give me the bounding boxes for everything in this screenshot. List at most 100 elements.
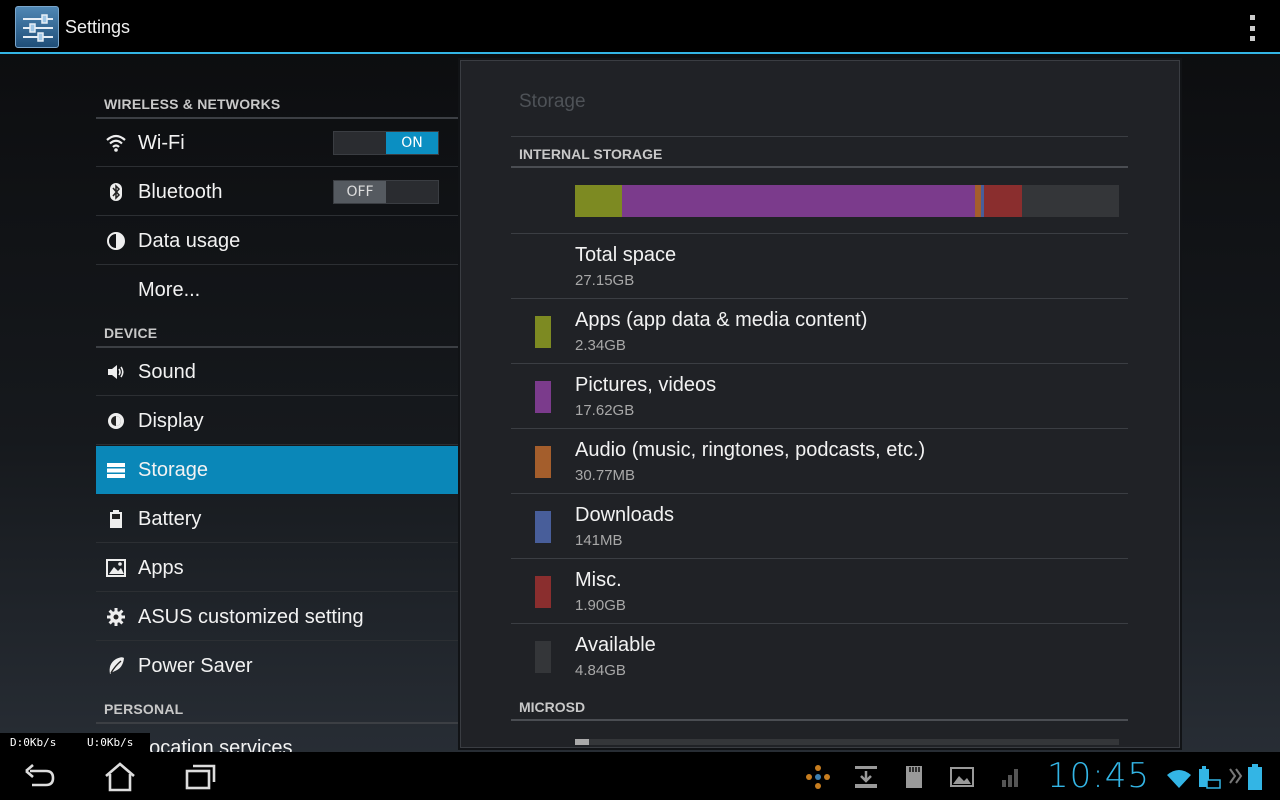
color-swatch (535, 316, 551, 348)
divider (511, 136, 1128, 137)
color-swatch (535, 641, 551, 673)
color-swatch (535, 511, 551, 543)
storage-item-audio[interactable]: Audio (music, ringtones, podcasts, etc.)… (511, 429, 1128, 494)
gear-icon (107, 608, 125, 626)
sidebar-item-label: Location services (138, 737, 293, 752)
speaker-icon (108, 365, 124, 379)
microsd-usage-bar (575, 739, 1119, 745)
storage-item-size: 27.15GB (575, 272, 635, 289)
leaf-icon (109, 657, 124, 674)
usage-segment-misc (983, 185, 1022, 217)
data-usage-icon (107, 232, 125, 250)
toggle-state: OFF (334, 181, 386, 203)
clock[interactable]: 10:45 (1047, 756, 1150, 796)
settings-app-icon[interactable] (15, 6, 59, 48)
usage-segment-pictures (621, 185, 975, 217)
storage-usage-bar (575, 185, 1119, 217)
storage-item-size: 17.62GB (575, 402, 635, 419)
storage-item-name: Available (575, 634, 656, 656)
chevron-right-icon (1229, 768, 1243, 784)
usage-segment-available (1021, 185, 1119, 217)
storage-panel: Storage INTERNAL STORAGE Total space 27.… (460, 60, 1180, 748)
battery-status-icon (1248, 764, 1262, 790)
panel-title: Storage (519, 91, 586, 112)
upload-speed: U:0Kb/s (87, 736, 134, 749)
category-wireless-networks: WIRELESS & NETWORKS (104, 96, 281, 112)
color-swatch (535, 381, 551, 413)
storage-item-size: 30.77MB (575, 467, 636, 484)
sidebar-item-wifi[interactable]: Wi-Fi ON (96, 119, 458, 167)
app-title: Settings (65, 17, 131, 37)
storage-item-name: Downloads (575, 504, 674, 526)
storage-item-name: Audio (music, ringtones, podcasts, etc.) (575, 439, 926, 461)
sidebar-item-power-saver[interactable]: Power Saver (96, 642, 458, 690)
sidebar-item-display[interactable]: Display (96, 397, 458, 445)
section-microsd: MICROSD (519, 699, 586, 715)
storage-item-downloads[interactable]: Downloads 141MB (511, 494, 1128, 559)
storage-item-size: 4.84GB (575, 662, 626, 679)
wifi-toggle[interactable]: ON (333, 131, 439, 155)
toggle-state: ON (386, 132, 438, 154)
storage-item-name: Pictures, videos (575, 374, 717, 396)
section-internal-storage: INTERNAL STORAGE (519, 146, 663, 162)
system-bar: 10:45 (0, 752, 1280, 800)
settings-headers-list: WIRELESS & NETWORKS Wi-Fi ON Bluetooth O… (96, 56, 458, 752)
divider (511, 166, 1128, 168)
sidebar-item-label: Wi-Fi (138, 132, 185, 154)
storage-item-available[interactable]: Available 4.84GB (511, 624, 1128, 689)
download-notification-icon[interactable] (853, 764, 879, 790)
sidebar-item-storage[interactable]: Storage (96, 446, 458, 494)
sidebar-item-data-usage[interactable]: Data usage (96, 217, 458, 265)
home-button[interactable] (102, 762, 138, 792)
sidebar-item-label: More... (138, 279, 201, 301)
recent-apps-button[interactable] (183, 762, 219, 792)
sidebar-item-label: Power Saver (138, 655, 253, 677)
screenshot-notification-icon[interactable] (949, 764, 975, 790)
apps-icon (106, 559, 126, 577)
storage-item-misc[interactable]: Misc. 1.90GB (511, 559, 1128, 624)
bluetooth-icon (110, 183, 122, 201)
cell-signal-icon (1002, 769, 1018, 787)
wifi-icon (106, 134, 126, 152)
sidebar-item-label: Apps (138, 557, 184, 579)
brightness-icon (108, 413, 124, 429)
sidebar-item-more[interactable]: More... (96, 266, 458, 314)
usage-segment-apps (575, 185, 622, 217)
sidebar-item-location-services[interactable]: Location services (96, 724, 458, 752)
battery-icon (110, 510, 122, 528)
storage-item-pictures[interactable]: Pictures, videos 17.62GB (511, 364, 1128, 429)
storage-item-name: Total space (575, 244, 677, 266)
color-swatch (535, 576, 551, 608)
asus-launcher-icon[interactable] (805, 764, 831, 790)
sidebar-item-battery[interactable]: Battery (96, 495, 458, 543)
storage-item-size: 1.90GB (575, 597, 626, 614)
back-button[interactable] (22, 762, 58, 792)
sidebar-item-apps[interactable]: Apps (96, 544, 458, 592)
bluetooth-toggle[interactable]: OFF (333, 180, 439, 204)
divider (511, 719, 1128, 721)
overflow-menu-icon[interactable] (1246, 15, 1258, 41)
storage-item-total[interactable]: Total space 27.15GB (511, 234, 1128, 299)
storage-item-size: 2.34GB (575, 337, 626, 354)
storage-item-name: Apps (app data & media content) (575, 309, 868, 331)
sidebar-item-sound[interactable]: Sound (96, 348, 458, 396)
color-swatch (535, 446, 551, 478)
sidebar-item-label: Storage (138, 459, 209, 481)
sidebar-item-label: Display (138, 410, 204, 432)
keyboard-battery-icon (1199, 766, 1221, 789)
sidebar-item-label: Battery (138, 508, 202, 530)
storage-item-apps[interactable]: Apps (app data & media content) 2.34GB (511, 299, 1128, 364)
storage-icon (107, 463, 125, 478)
storage-item-name: Misc. (575, 569, 622, 591)
category-device: DEVICE (104, 325, 158, 341)
network-speed-overlay: D:0Kb/s U:0Kb/s (0, 733, 150, 752)
wifi-status-icon (1167, 770, 1191, 788)
sidebar-item-asus-customized-setting[interactable]: ASUS customized setting (96, 593, 458, 641)
category-personal: PERSONAL (104, 701, 184, 717)
sidebar-item-label: ASUS customized setting (138, 606, 364, 628)
download-speed: D:0Kb/s (10, 736, 57, 749)
sidebar-item-bluetooth[interactable]: Bluetooth OFF (96, 168, 458, 216)
storage-item-size: 141MB (575, 532, 623, 549)
sd-card-icon[interactable] (901, 764, 927, 790)
sidebar-item-label: Bluetooth (138, 181, 223, 203)
